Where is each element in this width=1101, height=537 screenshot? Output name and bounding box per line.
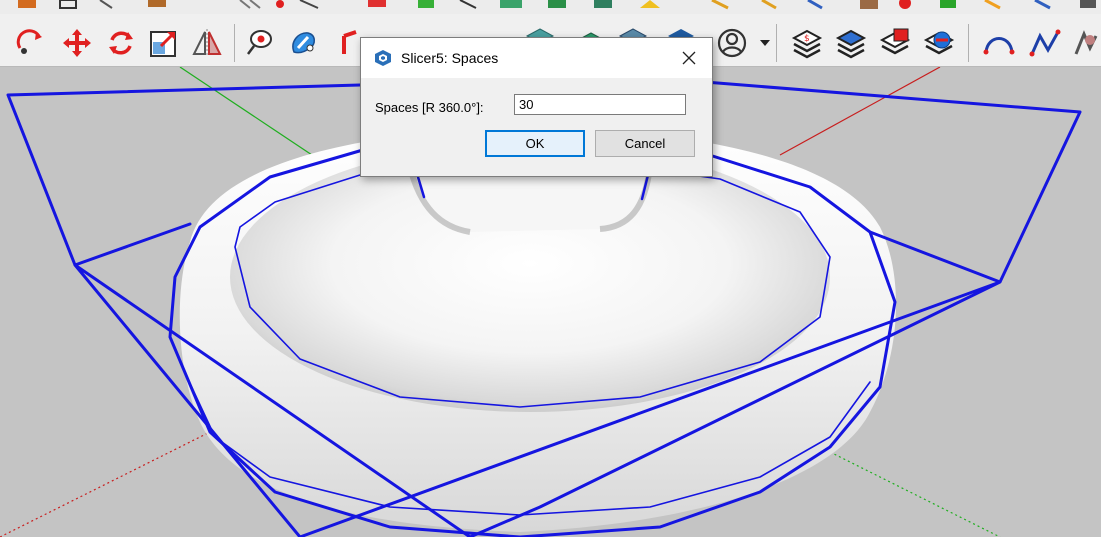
- dialog-titlebar[interactable]: Slicer5: Spaces: [361, 38, 712, 78]
- orbit-arrow-icon[interactable]: [14, 26, 48, 60]
- spaces-dialog: Slicer5: Spaces Spaces [R 360.0°]: OK Ca…: [360, 37, 713, 177]
- arc-icon[interactable]: [982, 26, 1016, 60]
- cancel-button[interactable]: Cancel: [595, 130, 695, 157]
- slice-icon[interactable]: [336, 26, 358, 60]
- close-icon: [682, 51, 696, 65]
- profile-icon[interactable]: [715, 26, 749, 60]
- scale-icon[interactable]: [147, 26, 181, 60]
- bowl-body: [179, 127, 897, 532]
- ok-button[interactable]: OK: [485, 130, 585, 157]
- zigzag-icon[interactable]: [1028, 26, 1062, 60]
- rotate-icon[interactable]: [104, 26, 138, 60]
- flip-icon[interactable]: [190, 26, 224, 60]
- stack-money-icon[interactable]: $: [790, 26, 824, 60]
- stack-blue-icon[interactable]: [834, 26, 868, 60]
- spaces-field-label: Spaces [R 360.0°]:: [375, 100, 484, 115]
- chevron-down-icon[interactable]: [748, 26, 770, 60]
- svg-text:$: $: [804, 34, 810, 44]
- paint-icon[interactable]: [286, 26, 320, 60]
- dialog-title: Slicer5: Spaces: [401, 50, 499, 66]
- upper-toolbar-strip: [0, 0, 1101, 14]
- stack-red-icon[interactable]: [878, 26, 912, 60]
- tool-icon[interactable]: [1070, 26, 1101, 60]
- spaces-input[interactable]: [514, 94, 686, 115]
- lasso-icon[interactable]: [242, 26, 276, 60]
- sketchup-icon: [373, 48, 393, 68]
- stack-globe-icon[interactable]: [922, 26, 956, 60]
- move-icon[interactable]: [60, 26, 94, 60]
- close-button[interactable]: [666, 38, 712, 78]
